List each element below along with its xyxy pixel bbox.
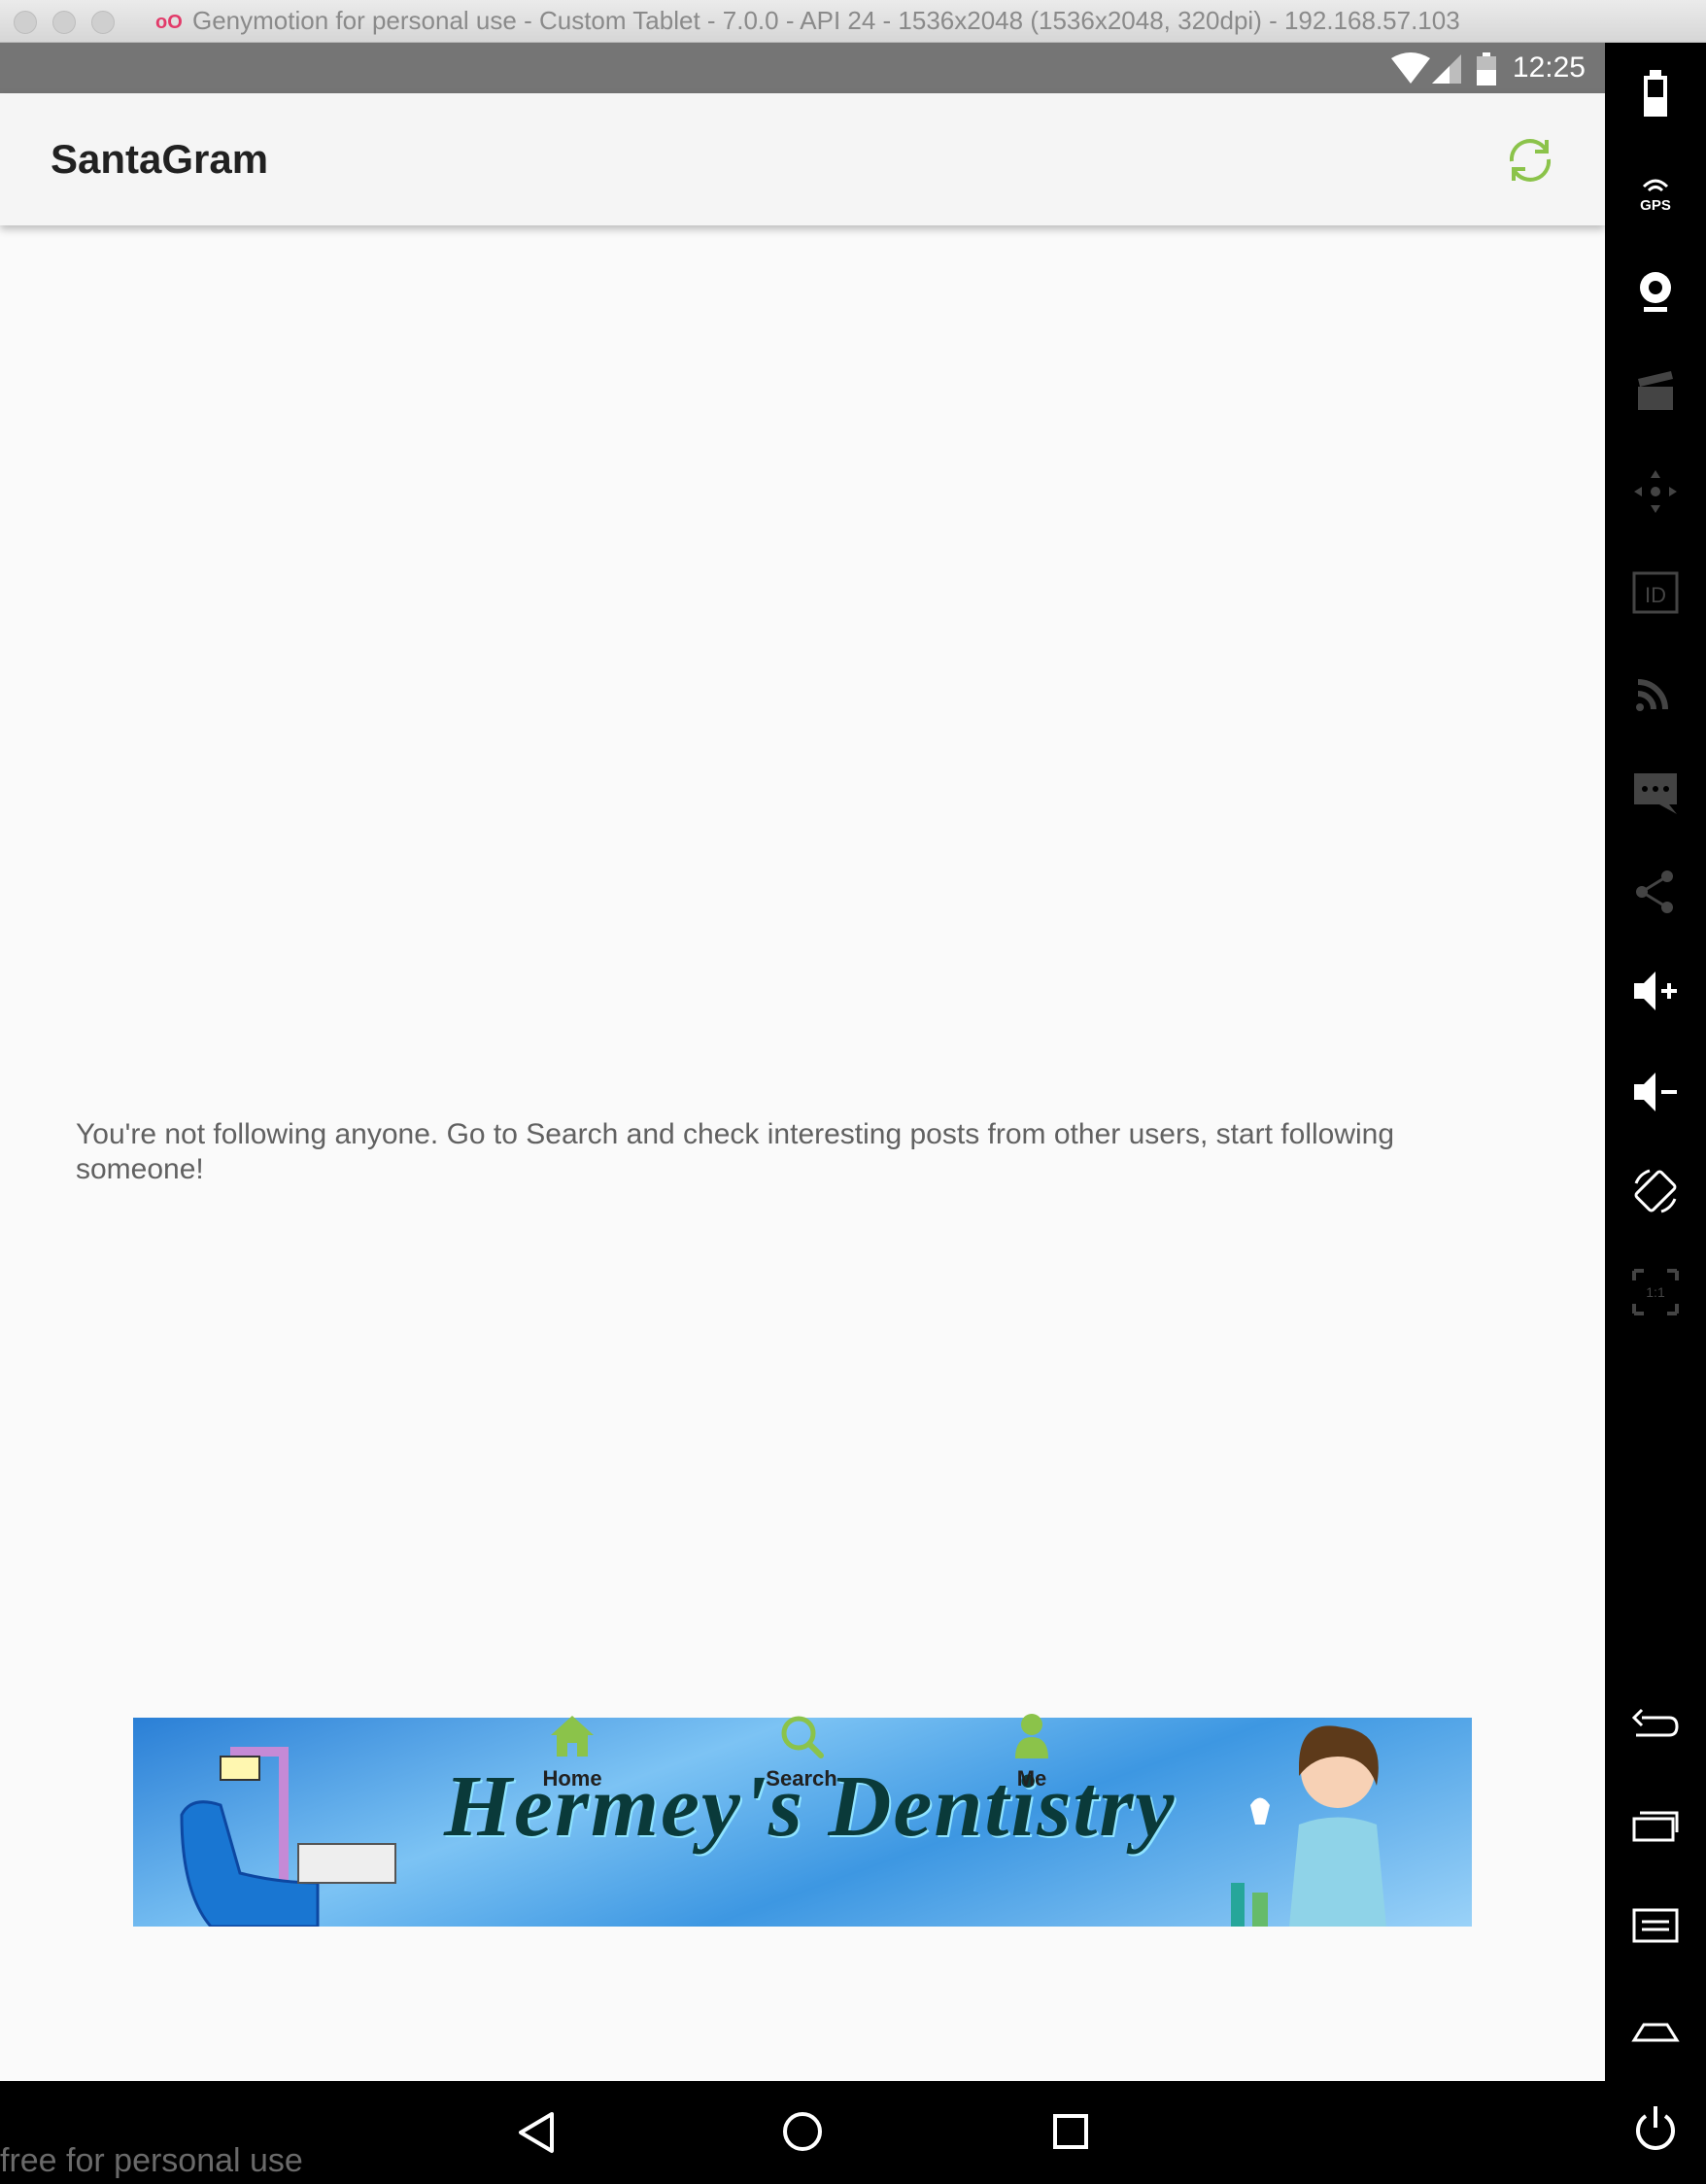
id-label: ID [1645,583,1666,607]
home-icon [551,1716,594,1757]
id-icon[interactable]: ID [1630,567,1681,618]
genymotion-logo: oO [155,12,183,33]
home-circle-icon[interactable] [781,2110,824,2153]
system-navigation-bar: free for personal use [0,2081,1605,2184]
volume-up-icon[interactable] [1630,966,1681,1016]
empty-feed-message: You're not following anyone. Go to Searc… [76,1118,1395,1185]
emulator-side-panel: GPS ID 1:1 [1605,43,1706,2184]
nav-home[interactable]: Home [514,1712,631,1792]
nav-me-label: Me [1016,1766,1047,1791]
close-window-button[interactable] [14,11,37,34]
gps-icon[interactable]: GPS [1630,167,1681,218]
sms-icon[interactable] [1630,768,1681,818]
capture-icon[interactable] [1630,367,1681,418]
battery-icon[interactable] [1630,68,1681,119]
signal-icon [1432,54,1461,84]
disk-io-icon[interactable] [1630,666,1681,717]
menu-icon[interactable] [1630,1900,1681,1951]
rotate-icon[interactable] [1630,1166,1681,1216]
nav-search[interactable]: Search [743,1712,860,1792]
refresh-icon[interactable] [1502,132,1558,188]
webcam-icon[interactable] [1630,266,1681,317]
android-status-bar: 12:25 [0,43,1605,93]
window-title: Genymotion for personal use - Custom Tab… [192,6,1460,35]
home-nav-icon[interactable] [1630,2001,1681,2052]
minimize-window-button[interactable] [52,11,76,34]
scale-label: 1:1 [1646,1284,1665,1300]
window-titlebar: oO Genymotion for personal use - Custom … [0,0,1706,43]
recent-apps-icon[interactable] [1630,1801,1681,1852]
back-icon[interactable] [515,2110,558,2155]
zoom-window-button[interactable] [91,11,115,34]
nav-me[interactable]: Me [973,1712,1090,1792]
search-icon [781,1716,824,1758]
nav-home-label: Home [542,1766,602,1791]
bottom-navigation: Home Search Me [0,1702,1605,1842]
feed-content: You're not following anyone. Go to Searc… [0,225,1605,2081]
gps-label: GPS [1640,197,1671,214]
share-icon[interactable] [1630,867,1681,917]
app-title: SantaGram [51,136,269,182]
battery-status-icon [1477,52,1496,85]
pixel-perfect-icon[interactable]: 1:1 [1630,1267,1681,1317]
nav-search-label: Search [766,1766,837,1791]
back-nav-icon[interactable] [1630,1700,1681,1751]
recents-icon[interactable] [1051,2112,1090,2151]
personal-use-watermark: free for personal use [0,2142,303,2179]
power-icon[interactable] [1630,2102,1681,2153]
status-clock: 12:25 [1512,51,1586,84]
remote-control-icon[interactable] [1630,466,1681,517]
app-toolbar: SantaGram [0,93,1605,225]
wifi-icon [1391,52,1430,84]
volume-down-icon[interactable] [1630,1067,1681,1117]
person-icon [1015,1714,1048,1758]
